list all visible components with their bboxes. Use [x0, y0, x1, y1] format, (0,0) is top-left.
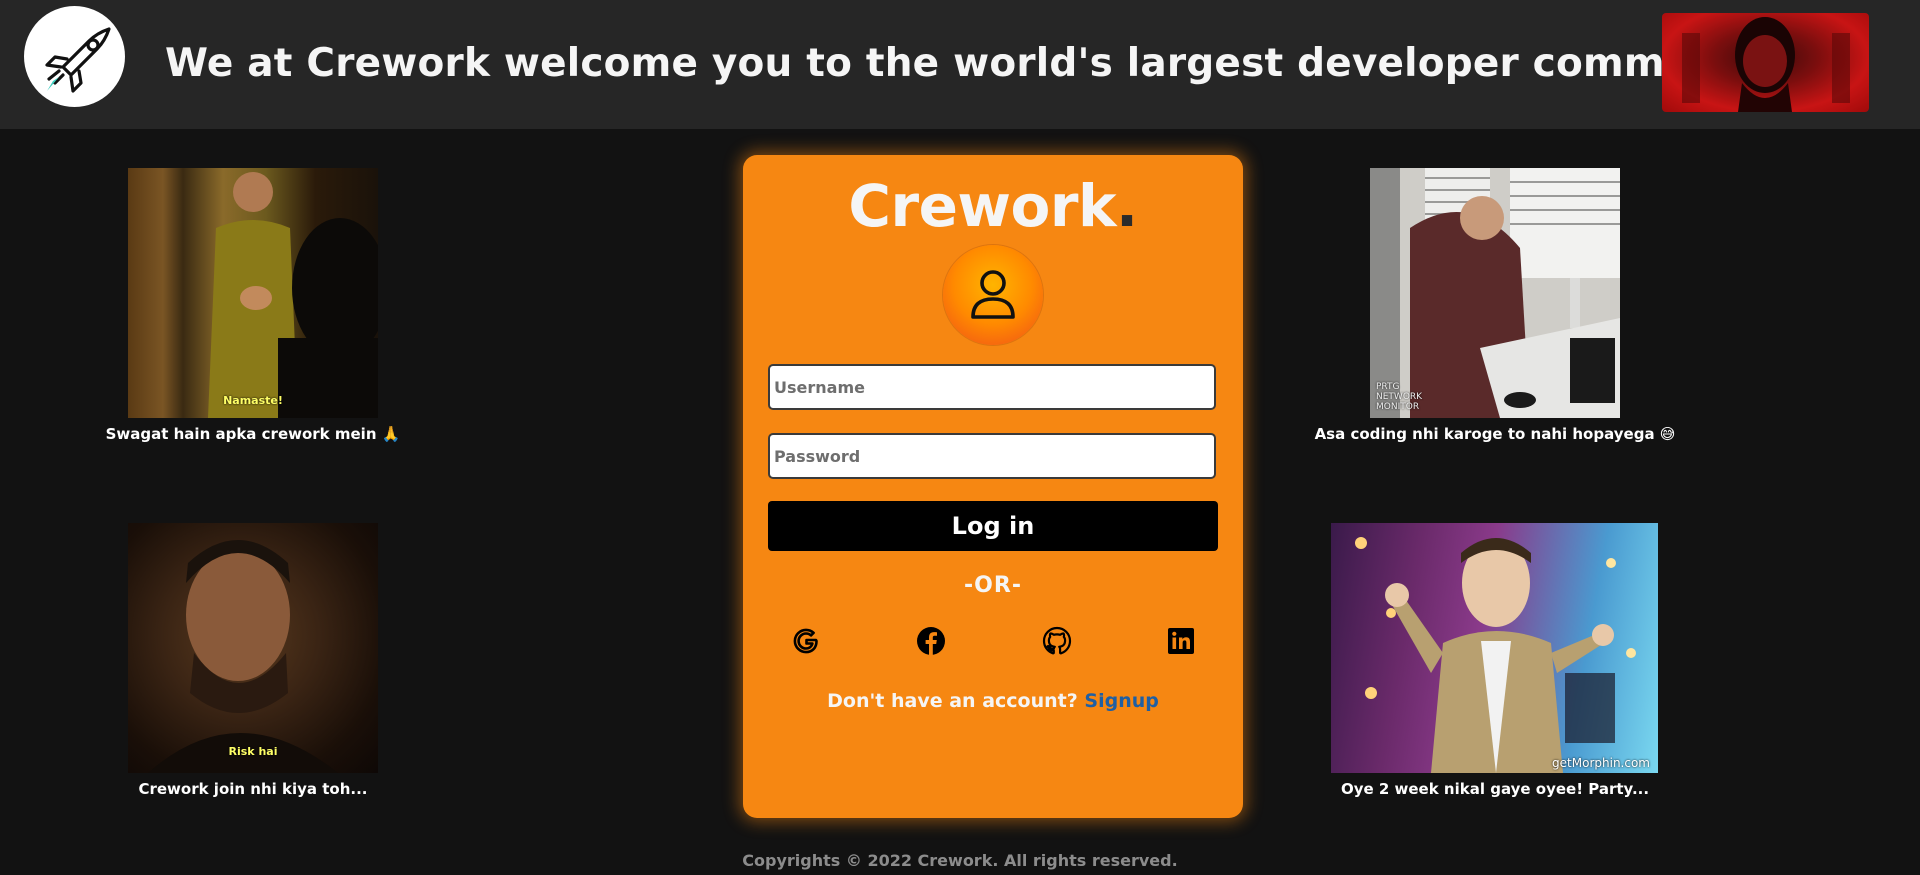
- username-field[interactable]: [768, 364, 1216, 410]
- rocket-icon: [44, 26, 111, 93]
- logo[interactable]: [24, 6, 125, 107]
- linkedin-icon: [1168, 628, 1194, 654]
- gif-watermark: PRTG NETWORK MONITOR: [1376, 382, 1423, 412]
- facebook-icon: [917, 627, 945, 655]
- google-button[interactable]: [788, 623, 824, 659]
- gif-risk-scene: [148, 540, 338, 773]
- brand-logo: Crework.: [743, 173, 1243, 239]
- brand-name: Crework: [848, 172, 1117, 240]
- signup-prompt: Don't have an account?: [827, 690, 1078, 712]
- gif-caption: Asa coding nhi karoge to nahi hopayega 😅: [1314, 425, 1676, 443]
- linkedin-button[interactable]: [1163, 623, 1199, 659]
- footer-copyright: Copyrights © 2022 Crework. All rights re…: [742, 851, 1178, 870]
- user-icon: [971, 270, 1015, 319]
- gif-party: getMorphin.com: [1331, 523, 1658, 773]
- gif-subtitle: Namaste!: [223, 394, 283, 407]
- avatar-image: [1682, 17, 1850, 112]
- gif-coding-rage: PRTG NETWORK MONITOR: [1370, 168, 1620, 418]
- header-avatar[interactable]: [1662, 13, 1869, 112]
- facebook-button[interactable]: [913, 623, 949, 659]
- login-button[interactable]: Log in: [768, 501, 1218, 551]
- gif-namaste-scene: [208, 172, 378, 418]
- gif-namaste: Namaste!: [128, 168, 378, 418]
- github-button[interactable]: [1039, 623, 1075, 659]
- signup-row: Don't have an account? Signup: [743, 690, 1243, 712]
- gif-risk-hai: Risk hai: [128, 523, 378, 773]
- google-icon: [793, 628, 818, 654]
- gif-caption: Oye 2 week nikal gaye oyee! Party...: [1340, 780, 1650, 798]
- brand-dot: .: [1116, 172, 1138, 240]
- site-header: We at Crework welcome you to the world's…: [0, 0, 1920, 129]
- gif-caption: Swagat hain apka crework mein 🙏: [105, 425, 401, 443]
- github-icon: [1042, 626, 1072, 655]
- page-title: We at Crework welcome you to the world's…: [165, 41, 1791, 86]
- user-avatar: [943, 245, 1043, 345]
- gif-watermark: getMorphin.com: [1552, 756, 1650, 770]
- signup-link[interactable]: Signup: [1084, 690, 1158, 712]
- or-divider: -OR-: [964, 573, 1022, 598]
- gif-caption: Crework join nhi kiya toh...: [138, 780, 368, 798]
- gif-subtitle: Risk hai: [228, 745, 278, 758]
- gif-party-scene: [1355, 537, 1636, 773]
- gif-coding-scene: [1370, 168, 1620, 418]
- password-field[interactable]: [768, 433, 1216, 479]
- login-card: Crework. Log in -OR-: [743, 155, 1243, 818]
